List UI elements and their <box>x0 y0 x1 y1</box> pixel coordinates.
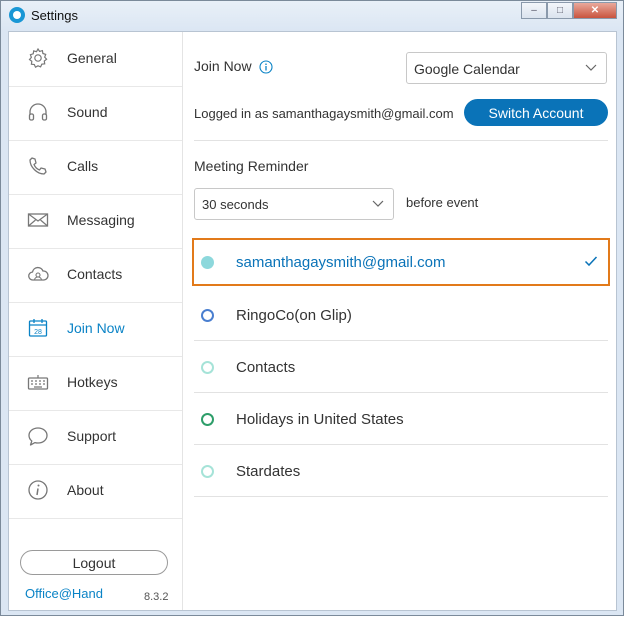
maximize-button[interactable]: □ <box>547 2 573 19</box>
sidebar-item-hotkeys[interactable]: Hotkeys <box>9 356 182 411</box>
cloud-contacts-icon <box>28 266 49 281</box>
version-label: 8.3.2 <box>144 591 169 603</box>
sidebar-item-join-now[interactable]: 28 Join Now <box>9 302 182 357</box>
sidebar-item-calls[interactable]: Calls <box>9 140 182 195</box>
calendar-item-selected[interactable]: samanthagaysmith@gmail.com <box>192 238 610 286</box>
info-icon[interactable] <box>259 60 273 74</box>
calendar-name: RingoCo(on Glip) <box>236 307 352 324</box>
sidebar-item-support[interactable]: Support <box>9 410 182 465</box>
chevron-down-icon <box>585 64 597 71</box>
divider <box>194 140 608 141</box>
calendar-name: Holidays in United States <box>236 411 404 428</box>
sidebar-item-messaging[interactable]: Messaging <box>9 194 182 249</box>
calendar-name: Stardates <box>236 463 301 480</box>
sidebar-item-sound[interactable]: Sound <box>9 86 182 141</box>
app-logo-icon <box>9 7 25 23</box>
checkmark-icon <box>584 256 598 267</box>
phone-icon <box>29 157 47 175</box>
calendar-item[interactable]: Stardates <box>194 446 608 497</box>
calendar-provider-value: Google Calendar <box>414 61 520 77</box>
calendar-item[interactable]: Holidays in United States <box>194 394 608 445</box>
logged-in-text: Logged in as samanthagaysmith@gmail.com <box>194 106 454 121</box>
switch-account-button[interactable]: Switch Account <box>464 99 608 126</box>
chat-bubble-icon <box>28 427 48 446</box>
calendar-color-dot <box>201 413 214 426</box>
minimize-button[interactable]: – <box>521 2 547 19</box>
sidebar-item-general[interactable]: General <box>9 32 182 87</box>
calendar-color-dot <box>201 465 214 478</box>
brand-name: Office@Hand <box>25 586 103 601</box>
calendar-item[interactable]: RingoCo(on Glip) <box>194 290 608 341</box>
svg-text:28: 28 <box>34 329 42 336</box>
sidebar-item-about[interactable]: About <box>9 464 182 519</box>
info-icon <box>28 480 48 500</box>
calendar-item[interactable]: Contacts <box>194 342 608 393</box>
calendar-provider-select[interactable]: Google Calendar <box>406 52 607 84</box>
sidebar-item-label: Contacts <box>67 266 123 282</box>
sidebar-item-label: Sound <box>67 104 108 120</box>
envelope-icon <box>27 213 49 227</box>
keyboard-icon <box>27 375 49 390</box>
before-event-label: before event <box>406 195 479 210</box>
settings-sidebar: General Sound Calls Messaging Contacts 2… <box>9 32 183 610</box>
calendar-color-dot <box>201 309 214 322</box>
chevron-down-icon <box>372 200 384 207</box>
sidebar-item-contacts[interactable]: Contacts <box>9 248 182 303</box>
sidebar-item-label: Support <box>67 428 117 444</box>
calendar-color-dot <box>201 256 214 269</box>
settings-window: Settings – □ ✕ General Sound Calls Messa… <box>0 0 624 616</box>
sidebar-item-label: General <box>67 50 117 66</box>
close-button[interactable]: ✕ <box>573 2 617 19</box>
calendar-icon: 28 <box>28 319 48 337</box>
sidebar-item-label: About <box>67 482 104 498</box>
gear-icon <box>28 47 48 69</box>
sidebar-item-label: Join Now <box>67 320 125 336</box>
sidebar-item-label: Calls <box>67 158 99 174</box>
sidebar-item-label: Hotkeys <box>67 374 118 390</box>
headphones-icon <box>28 103 48 121</box>
join-now-label: Join Now <box>194 58 252 74</box>
reminder-time-select[interactable]: 30 seconds <box>194 188 394 220</box>
reminder-time-value: 30 seconds <box>202 197 269 212</box>
calendar-name: Contacts <box>236 359 296 376</box>
sidebar-item-label: Messaging <box>67 212 135 228</box>
meeting-reminder-label: Meeting Reminder <box>194 158 309 174</box>
join-now-panel: Join Now Google Calendar Logged in as sa… <box>183 32 616 610</box>
calendar-name: samanthagaysmith@gmail.com <box>236 254 446 271</box>
window-title: Settings <box>31 8 78 23</box>
settings-content: General Sound Calls Messaging Contacts 2… <box>8 31 617 611</box>
title-bar: Settings – □ ✕ <box>1 1 623 31</box>
logout-button[interactable]: Logout <box>20 550 168 575</box>
calendar-color-dot <box>201 361 214 374</box>
window-controls: – □ ✕ <box>521 2 617 20</box>
